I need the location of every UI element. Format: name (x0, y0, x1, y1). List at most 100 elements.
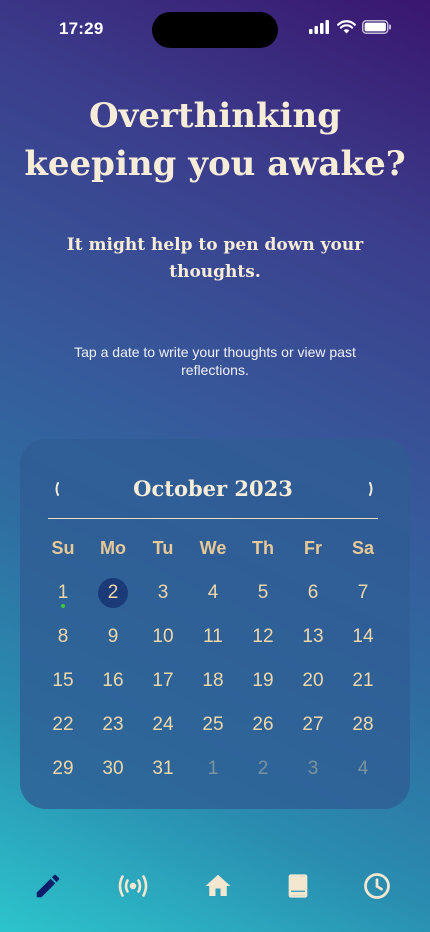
calendar-day[interactable]: 31 (138, 747, 188, 791)
calendar-day[interactable]: 8 (38, 615, 88, 659)
weekday-monday: Mo (100, 538, 126, 558)
calendar-day-selected[interactable]: 2 (88, 571, 138, 615)
calendar-day[interactable]: 20 (288, 659, 338, 703)
calendar-day[interactable]: 7 (338, 571, 388, 615)
status-bar: 17:29 (0, 0, 430, 60)
calendar-day-next-month[interactable]: 4 (338, 747, 388, 791)
day-number: 25 (202, 714, 224, 735)
calendar-day[interactable]: 19 (238, 659, 288, 703)
calendar-week: 8 9 10 11 12 13 14 (38, 615, 388, 659)
day-number: 5 (257, 582, 269, 603)
chevron-right-icon (369, 482, 373, 496)
day-number: 17 (152, 670, 174, 691)
calendar-day[interactable]: 24 (138, 703, 188, 747)
headline-line-2: keeping you awake? (24, 144, 406, 184)
tab-broadcast[interactable] (115, 868, 151, 904)
day-number: 13 (302, 626, 324, 647)
instruction-line-1: Tap a date to write your thoughts or vie… (74, 344, 356, 360)
day-number: 14 (352, 626, 374, 647)
weekday-saturday: Sa (351, 538, 375, 558)
calendar-day[interactable]: 6 (288, 571, 338, 615)
calendar-day[interactable]: 1 (38, 571, 88, 615)
dynamic-island (152, 12, 278, 48)
calendar-week: 1 2 3 4 5 6 7 (38, 571, 388, 615)
calendar-day[interactable]: 3 (138, 571, 188, 615)
calendar-day[interactable]: 30 (88, 747, 138, 791)
calendar-day[interactable]: 4 (188, 571, 238, 615)
calendar-week: 22 23 24 25 26 27 28 (38, 703, 388, 747)
day-number: 3 (157, 582, 169, 603)
status-icons (309, 20, 392, 34)
subheadline-line-1: It might help to pen down your (66, 235, 364, 255)
calendar-day[interactable]: 5 (238, 571, 288, 615)
calendar-day[interactable]: 26 (238, 703, 288, 747)
day-number: 4 (207, 582, 219, 603)
tab-home[interactable] (200, 868, 236, 904)
weekday-tuesday: Tu (152, 538, 174, 558)
day-number: 22 (52, 714, 74, 735)
day-number: 18 (202, 670, 224, 691)
weekday-sunday: Su (51, 538, 75, 558)
instruction-line-2: reflections. (181, 361, 249, 378)
day-number: 6 (307, 582, 319, 603)
book-icon (288, 874, 308, 898)
home-icon (205, 874, 231, 896)
calendar-day[interactable]: 25 (188, 703, 238, 747)
page-headline: Overthinking keeping you awake? (0, 92, 430, 188)
month-label: October 2023 (133, 476, 293, 501)
pencil-icon (36, 874, 60, 898)
day-number: 26 (252, 714, 274, 735)
day-number: 30 (102, 758, 124, 779)
calendar-day[interactable]: 14 (338, 615, 388, 659)
calendar-day[interactable]: 21 (338, 659, 388, 703)
day-number: 8 (57, 626, 69, 647)
calendar-day[interactable]: 28 (338, 703, 388, 747)
calendar-day[interactable]: 16 (88, 659, 138, 703)
bottom-tab-bar (0, 864, 430, 908)
day-number: 24 (152, 714, 174, 735)
weekday-friday: Fr (304, 538, 322, 558)
calendar-day[interactable]: 10 (138, 615, 188, 659)
day-number: 31 (152, 758, 174, 779)
next-month-button[interactable] (364, 480, 378, 498)
calendar-day[interactable]: 15 (38, 659, 88, 703)
calendar-day-next-month[interactable]: 3 (288, 747, 338, 791)
entry-indicator-dot (61, 604, 65, 608)
wifi-icon (337, 20, 356, 34)
subheadline-line-2: thoughts. (169, 262, 261, 282)
calendar-day[interactable]: 17 (138, 659, 188, 703)
calendar-day[interactable]: 29 (38, 747, 88, 791)
calendar-day[interactable]: 22 (38, 703, 88, 747)
day-number: 27 (302, 714, 324, 735)
calendar-day[interactable]: 11 (188, 615, 238, 659)
calendar-day[interactable]: 12 (238, 615, 288, 659)
day-number: 3 (307, 758, 319, 779)
headline-line-1: Overthinking (89, 96, 341, 136)
tab-history[interactable] (359, 868, 395, 904)
calendar-day-next-month[interactable]: 1 (188, 747, 238, 791)
tab-write[interactable] (30, 868, 66, 904)
day-number: 20 (302, 670, 324, 691)
day-number: 9 (107, 626, 119, 647)
calendar-day[interactable]: 9 (88, 615, 138, 659)
day-number: 1 (207, 758, 219, 779)
day-number: 2 (98, 578, 128, 608)
weekday-thursday: Th (252, 538, 274, 558)
calendar-day[interactable]: 13 (288, 615, 338, 659)
status-time: 17:29 (59, 19, 104, 38)
calendar-header: October 2023 (48, 472, 378, 519)
day-number: 16 (102, 670, 124, 691)
calendar-grid: 1 2 3 4 5 6 7 8 9 10 11 12 13 14 15 16 1… (38, 571, 388, 791)
calendar-day[interactable]: 23 (88, 703, 138, 747)
calendar-day-next-month[interactable]: 2 (238, 747, 288, 791)
day-number: 28 (352, 714, 374, 735)
day-number: 1 (57, 582, 69, 603)
instruction-text: Tap a date to write your thoughts or vie… (55, 344, 375, 379)
tab-journal[interactable] (280, 868, 316, 904)
day-number: 11 (203, 626, 223, 647)
calendar-day[interactable]: 18 (188, 659, 238, 703)
day-number: 2 (257, 758, 269, 779)
day-number: 10 (152, 626, 174, 647)
calendar-day[interactable]: 27 (288, 703, 338, 747)
broadcast-icon (118, 875, 148, 897)
